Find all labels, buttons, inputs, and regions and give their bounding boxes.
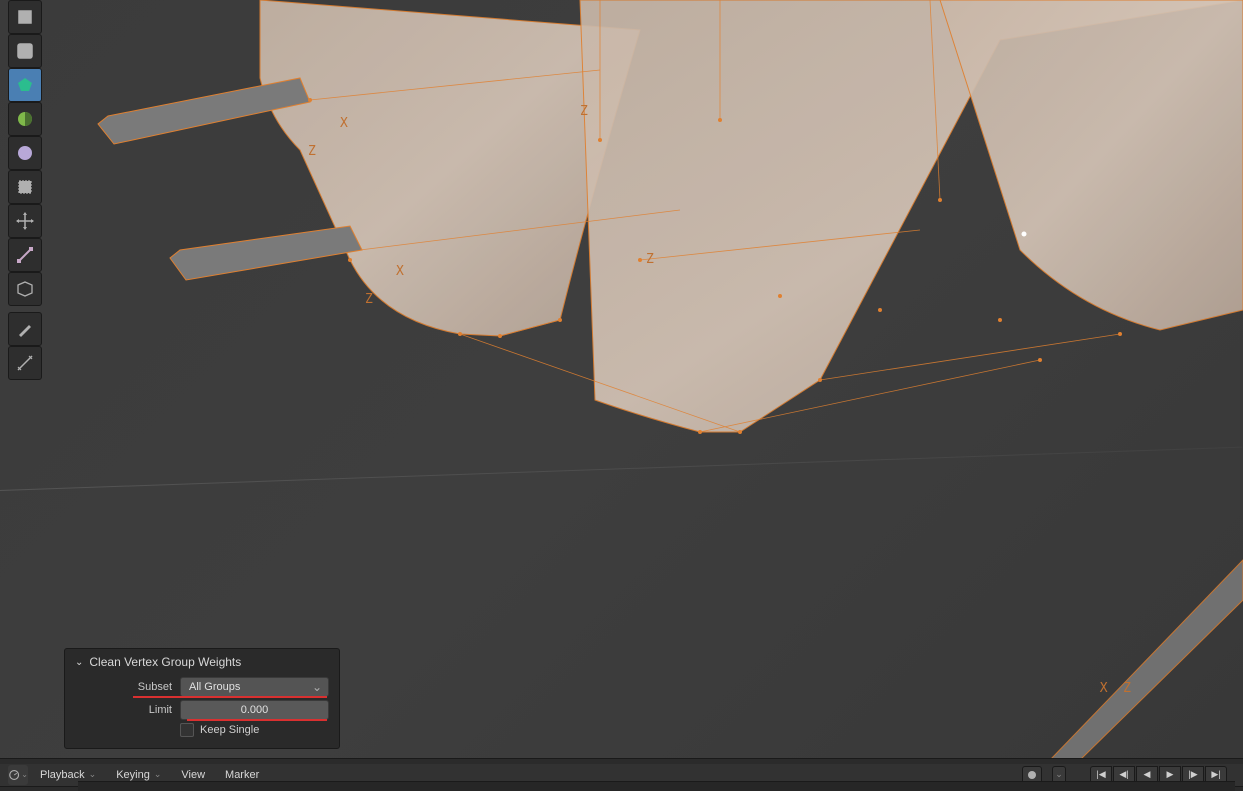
axis-z-label: Z xyxy=(580,104,588,119)
limit-label: Limit xyxy=(75,704,180,716)
axis-z-label: Z xyxy=(308,144,316,159)
axis-z-label: Z xyxy=(646,252,654,267)
weight-gradient-tool[interactable] xyxy=(8,102,42,136)
move-tool[interactable] xyxy=(8,204,42,238)
measure-tool[interactable] xyxy=(8,346,42,380)
highlight-underline xyxy=(133,696,327,698)
operator-title: Clean Vertex Group Weights xyxy=(89,655,241,669)
edge-tool[interactable] xyxy=(8,238,42,272)
sample-tool[interactable] xyxy=(8,170,42,204)
timeline-track[interactable] xyxy=(78,781,1235,791)
limit-field[interactable]: 0.000 xyxy=(180,700,329,720)
axis-xz-label: X Z xyxy=(1100,681,1131,696)
subset-label: Subset xyxy=(75,681,180,693)
mesh-wireframe xyxy=(0,0,1243,758)
operator-redo-panel: ⌄ Clean Vertex Group Weights Subset All … xyxy=(64,648,340,749)
cube-tool[interactable] xyxy=(8,0,42,34)
toolbar-left xyxy=(8,0,42,380)
axis-x-label: X xyxy=(396,264,404,279)
zoom-region-tool[interactable] xyxy=(8,34,42,68)
highlight-underline xyxy=(187,719,327,721)
chevron-down-icon: ⌄ xyxy=(75,657,83,668)
axis-z-label: Z xyxy=(365,292,373,307)
viewport-3d[interactable]: Z Z Z Z X X X Z xyxy=(0,0,1243,758)
keep-single-label: Keep Single xyxy=(200,724,259,736)
face-set-tool[interactable] xyxy=(8,68,42,102)
editor-type-dropdown[interactable]: ⌄ xyxy=(8,765,28,785)
darken-tool[interactable] xyxy=(8,136,42,170)
operator-header[interactable]: ⌄ Clean Vertex Group Weights xyxy=(75,655,329,669)
annotate-tool[interactable] xyxy=(8,312,42,346)
subset-dropdown[interactable]: All Groups xyxy=(180,677,329,697)
poly-build-tool[interactable] xyxy=(8,272,42,306)
axis-x-label: X xyxy=(340,116,348,131)
timeline-editor: ⌄ Playback⌄ Keying⌄ View Marker ⌄ |◀ ◀| … xyxy=(0,758,1243,791)
keep-single-checkbox[interactable] xyxy=(180,723,194,737)
